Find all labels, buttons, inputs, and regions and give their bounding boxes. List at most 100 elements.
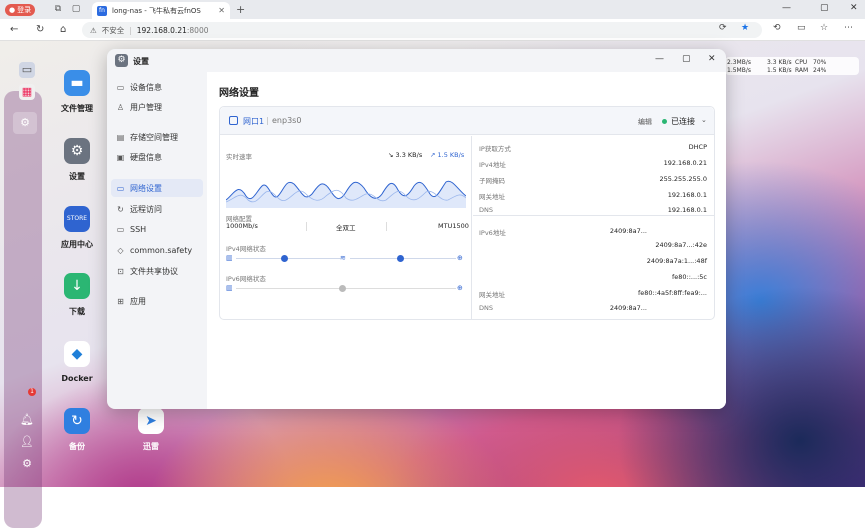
split-view-icon[interactable]: ▭ <box>797 23 806 33</box>
ipv6-row: 网关地址 fe80::4a5f:8ff:fea9:... <box>479 289 707 299</box>
url-port: :8000 <box>186 25 209 35</box>
folder-icon: ▬ <box>64 70 90 96</box>
config-divider <box>386 222 387 231</box>
new-tab-button[interactable]: + <box>236 3 245 16</box>
window-close-button[interactable]: ✕ <box>708 54 716 64</box>
ipv6-value: 2409:8a7a:1...:48f <box>646 257 707 265</box>
reload-icon[interactable]: ↻ <box>36 24 44 35</box>
detail-value: 192.168.0.21 <box>663 159 707 167</box>
sidebar-item-label: 应用 <box>130 296 146 306</box>
ipv4-status-path: ▥ ≋ ⊕ <box>226 254 466 264</box>
window-minimize-button[interactable]: — <box>782 3 791 13</box>
globe-icon: ⊕ <box>457 284 463 292</box>
shield-icon: ◇ <box>117 245 124 255</box>
gear-icon[interactable]: ⚙ <box>19 456 35 472</box>
ipv6-row: DNS 2409:8a7... <box>479 304 707 314</box>
app-grid-dock-icon[interactable]: ▦ <box>19 84 35 100</box>
detail-key: 子网掩码 <box>479 177 505 185</box>
ram-value: 24% <box>813 67 827 74</box>
sidebar-item-network[interactable]: ▭ 网络设置 <box>111 179 203 197</box>
sidebar-item-label: SSH <box>130 224 147 234</box>
status-track <box>236 288 456 289</box>
sidebar-item-remote-access[interactable]: ↻ 远程访问 <box>111 200 203 218</box>
omnibox-divider: | <box>129 25 132 35</box>
workspaces-icon[interactable]: ⧉ <box>52 3 64 15</box>
thunder-icon: ➤ <box>138 408 164 434</box>
tab-favicon-icon: fn <box>97 5 107 16</box>
browser-tab-bar: ● 登录 ⧉ ▢ fn long-nas - 飞牛私有云fnOS ✕ + — ▢… <box>0 0 865 19</box>
sidebar-item-label: 存储空间管理 <box>130 132 178 142</box>
monitor-down-speed-2: 1.5 KB/s <box>767 67 792 74</box>
url-omnibox[interactable]: ⚠ 不安全 | 192.168.0.21 :8000 <box>82 22 762 38</box>
port-card-header[interactable]: 网口1 | enp3s0 编辑 已连接 ⌄ <box>220 107 714 135</box>
ipv6-key: IPv6地址 <box>479 229 506 237</box>
home-icon[interactable]: ⌂ <box>60 24 66 35</box>
translate-icon[interactable]: ⟳ <box>719 23 727 33</box>
settings-dock-icon[interactable]: ⚙ <box>13 112 37 134</box>
desktop-app-label: 设置 <box>69 172 85 181</box>
ip-details-panel: IP获取方式 DHCP IPv4地址 192.168.0.21 子网掩码 255… <box>473 136 714 320</box>
bell-icon[interactable]: 🔔︎ <box>19 412 35 428</box>
nas-device-icon: ▥ <box>226 284 233 292</box>
sidebar-item-label: 文件共享协议 <box>130 266 178 276</box>
duplex-mode: 全双工 <box>336 224 356 232</box>
port-name: 网口1 <box>243 117 265 126</box>
settings-titlebar[interactable]: ⚙ 设置 — ▢ ✕ <box>107 49 726 72</box>
store-icon: STORE <box>64 206 90 232</box>
desktop-app-files[interactable]: ▬ 文件管理 <box>49 70 105 114</box>
browser-tab-active[interactable]: fn long-nas - 飞牛私有云fnOS ✕ <box>92 2 230 19</box>
desktop-app-backup[interactable]: ↻ 备份 <box>49 408 105 452</box>
sidebar-item-apps[interactable]: ⊞ 应用 <box>111 292 203 310</box>
desktop-app-docker[interactable]: ◆ Docker <box>49 341 105 383</box>
detail-value: 255.255.255.0 <box>659 175 707 183</box>
globe-icon: ⊕ <box>457 254 463 262</box>
ipv6-row: fe80::...:5c <box>479 273 707 283</box>
realtime-label: 实时速率 <box>226 153 252 161</box>
window-close-button[interactable]: ✕ <box>850 3 858 13</box>
window-minimize-button[interactable]: — <box>655 54 664 64</box>
nas-device-icon: ▥ <box>226 254 233 262</box>
desktop-dock-icon[interactable]: ▭ <box>19 62 35 78</box>
network-settings-panel: 网络设置 网口1 | enp3s0 编辑 已连接 ⌄ 实时速率 ↘ 3.3 KB… <box>207 72 726 409</box>
sidebar-item-disk-info[interactable]: ▣ 硬盘信息 <box>111 148 203 166</box>
more-menu-icon[interactable]: ⋯ <box>844 23 853 33</box>
disk-icon: ▣ <box>116 152 125 162</box>
router-icon: ≋ <box>340 254 346 262</box>
window-maximize-button[interactable]: ▢ <box>820 3 829 13</box>
extensions-icon[interactable]: ⟲ <box>773 23 781 33</box>
detail-row: IPv4地址 192.168.0.21 <box>479 159 707 169</box>
security-label: 不安全 <box>101 25 125 35</box>
desktop-app-thunder[interactable]: ➤ 迅雷 <box>123 408 179 452</box>
sidebar-item-ssh[interactable]: ▭ SSH <box>111 220 203 238</box>
profile-button[interactable]: ● 登录 <box>5 4 36 16</box>
chevron-down-icon[interactable]: ⌄ <box>701 116 707 124</box>
sidebar-item-file-sharing[interactable]: ⊡ 文件共享协议 <box>111 262 203 280</box>
status-track <box>236 258 341 259</box>
status-pending-icon <box>339 285 346 292</box>
back-arrow-icon[interactable]: ← <box>10 24 18 35</box>
desktop-app-settings[interactable]: ⚙ 设置 <box>49 138 105 182</box>
edit-button[interactable]: 编辑 <box>638 117 652 127</box>
sidebar-item-device-info[interactable]: ▭ 设备信息 <box>111 78 203 96</box>
desktop-app-download[interactable]: ↓ 下载 <box>49 273 105 317</box>
detail-value: 192.168.0.1 <box>667 206 707 214</box>
sidebar-item-safety[interactable]: ◇ common.safety <box>111 241 203 259</box>
desktop-app-label: 迅雷 <box>143 442 159 451</box>
user-icon[interactable]: 👤︎ <box>19 434 35 450</box>
bookmark-star-icon[interactable]: ★ <box>741 23 749 33</box>
window-maximize-button[interactable]: ▢ <box>682 54 691 64</box>
resource-monitor-widget[interactable]: 2.3MB/s 1.5MB/s 3.3 KB/s 1.5 KB/s CPU RA… <box>725 57 859 75</box>
cpu-label: CPU <box>795 59 808 66</box>
sidebar-item-users[interactable]: ♙ 用户管理 <box>111 98 203 116</box>
favorites-icon[interactable]: ☆ <box>820 23 828 33</box>
sidebar-item-storage[interactable]: ▤ 存储空间管理 <box>111 128 203 146</box>
desktop-app-store[interactable]: STORE 应用中心 <box>49 206 105 250</box>
ipv6-value: fe80::...:5c <box>671 273 707 281</box>
detail-row: IP获取方式 DHCP <box>479 143 707 153</box>
tab-actions-icon[interactable]: ▢ <box>70 3 82 15</box>
ipv6-status-path: ▥ ⊕ <box>226 284 466 294</box>
detail-key: IP获取方式 <box>479 145 511 153</box>
status-check-icon <box>281 255 288 262</box>
tab-close-icon[interactable]: ✕ <box>218 6 225 15</box>
warning-icon: ⚠ <box>90 25 97 35</box>
